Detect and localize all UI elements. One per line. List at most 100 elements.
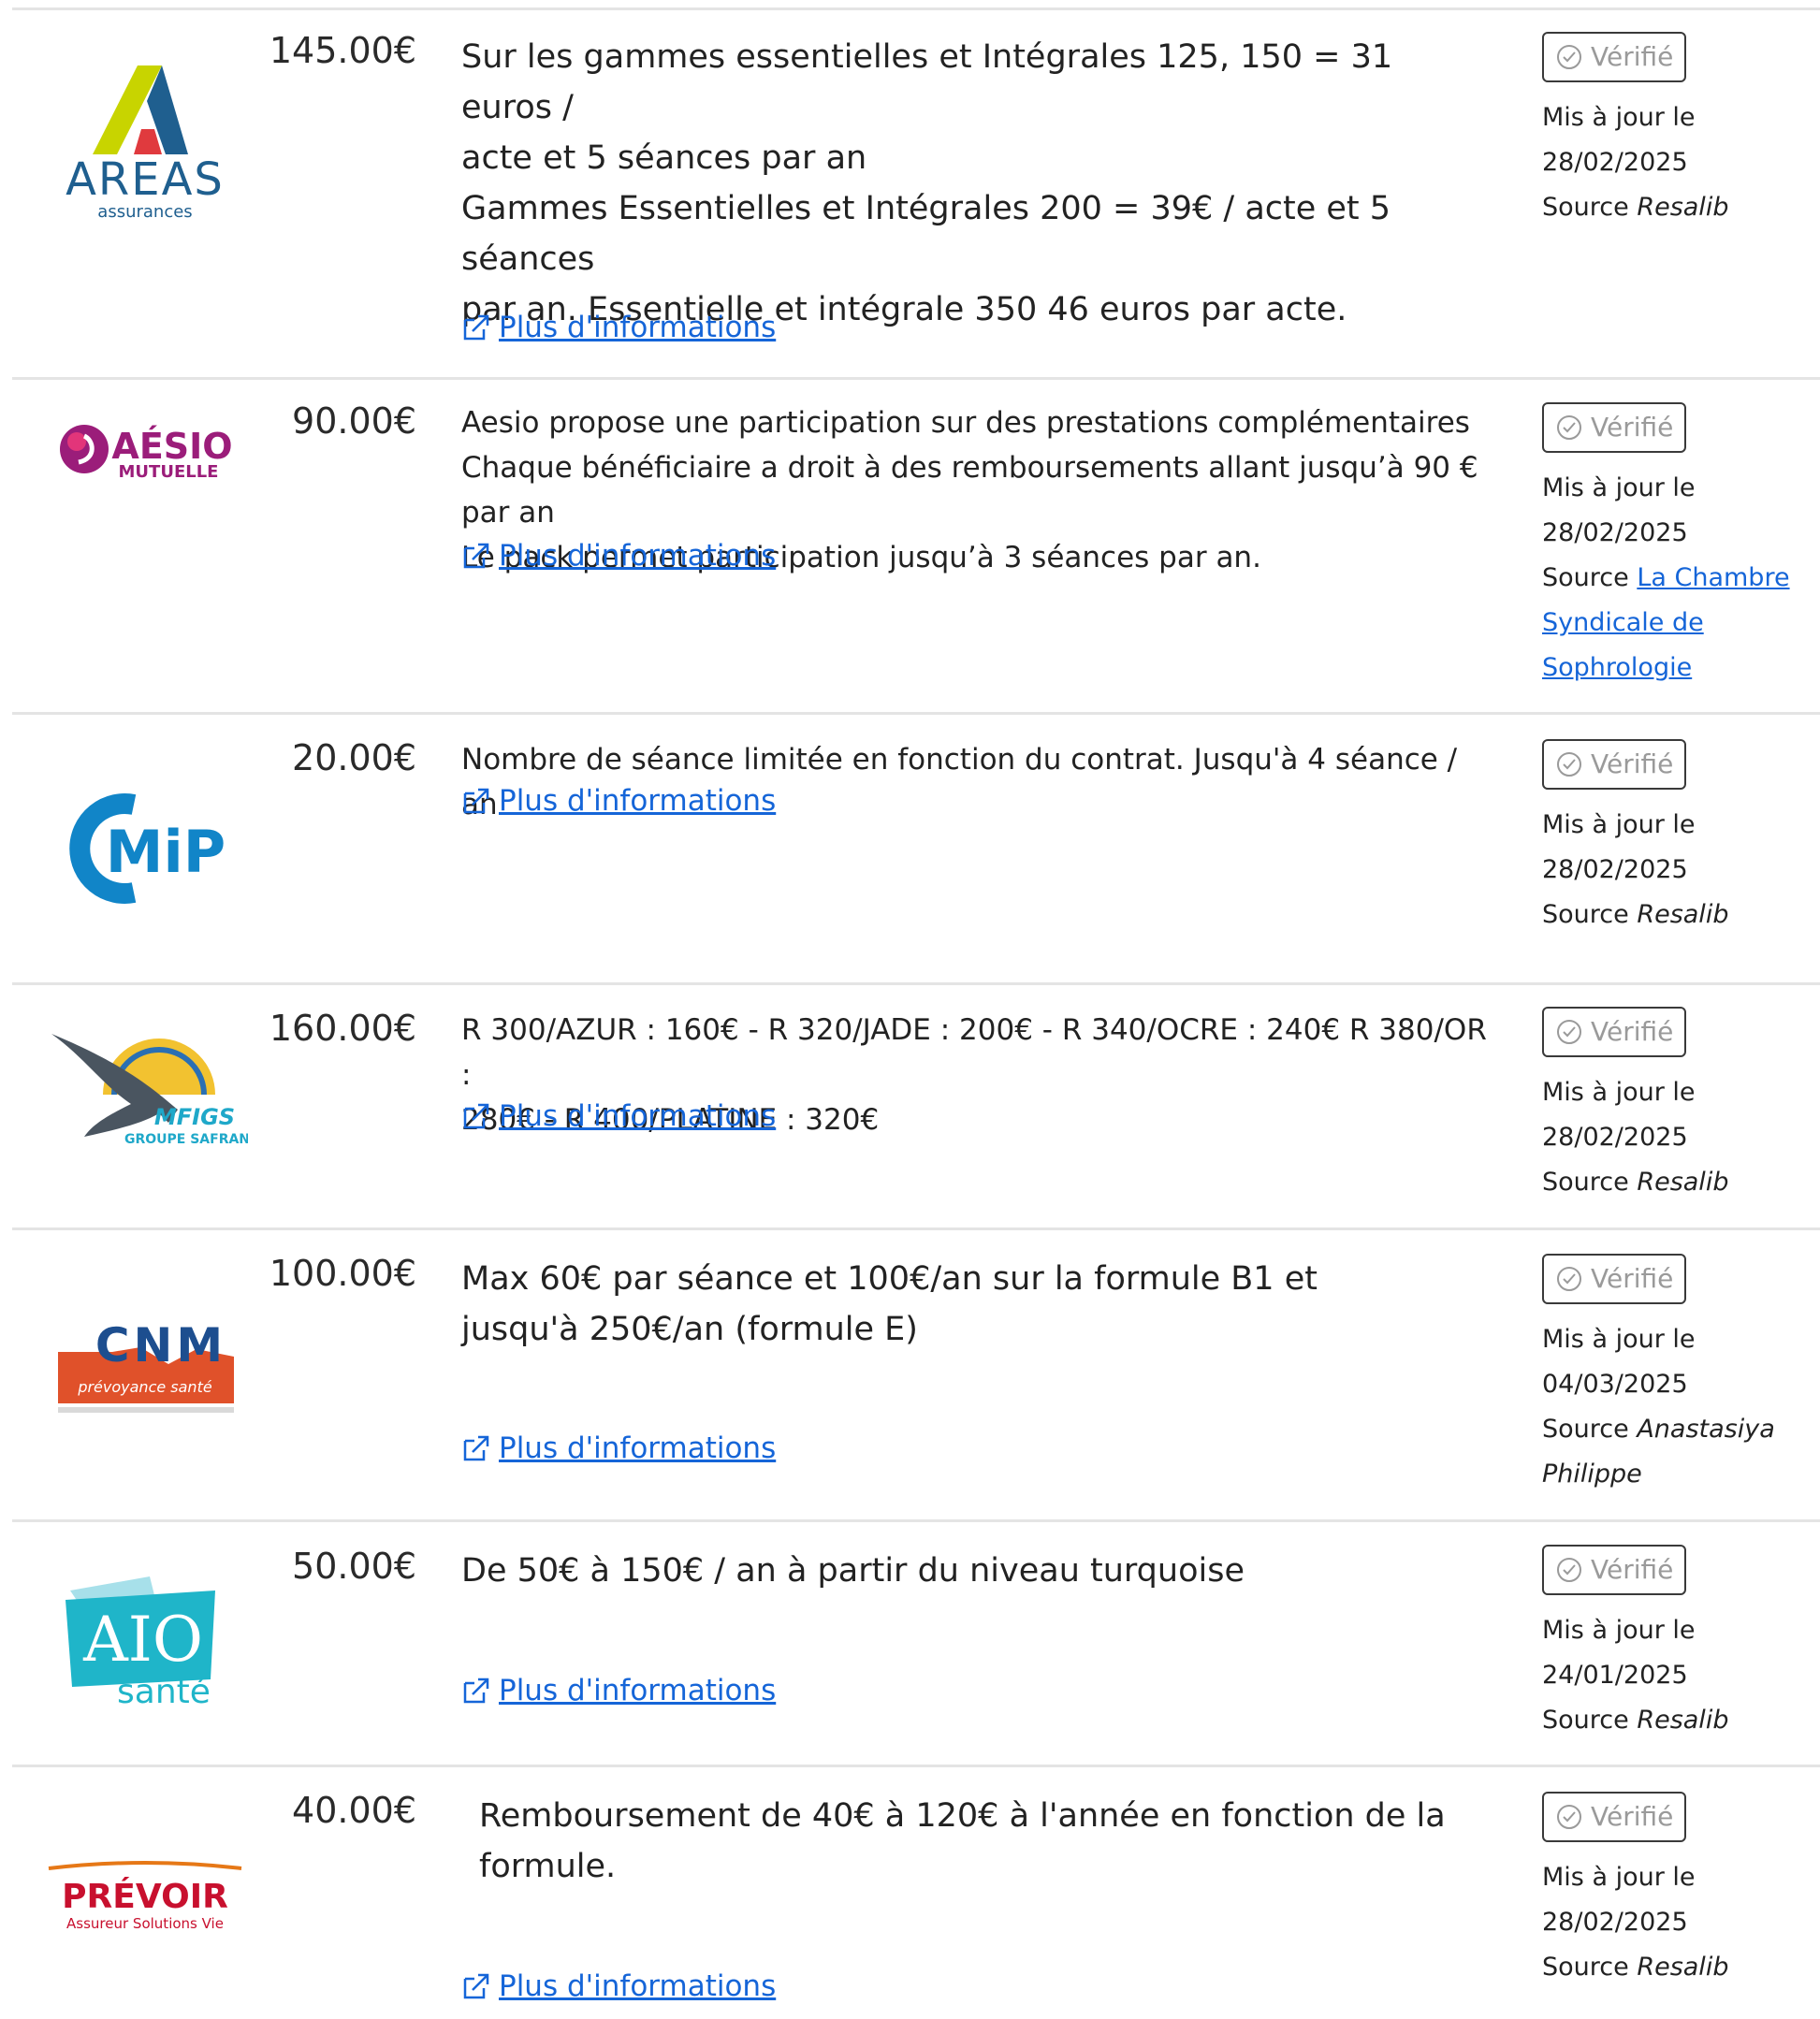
- updated-date: 28/02/2025: [1542, 855, 1688, 884]
- source-link[interactable]: La Chambre: [1637, 563, 1789, 592]
- more-info-label: Plus d'informations: [499, 1674, 777, 1707]
- verified-label: Vérifié: [1591, 41, 1674, 72]
- source-name: Resalib: [1637, 1168, 1729, 1197]
- updated-date: 28/02/2025: [1542, 1123, 1688, 1152]
- row-separator: [12, 712, 1820, 715]
- more-info-link[interactable]: Plus d'informations: [461, 311, 776, 344]
- updated-label: Mis à jour le: [1542, 103, 1696, 132]
- price: 160.00€: [269, 1008, 416, 1049]
- updated-date: 04/03/2025: [1542, 1370, 1688, 1399]
- insurer-logo-mip: MiP: [61, 786, 239, 908]
- source: Source Resalib: [1542, 1945, 1813, 1990]
- source-label: Source: [1542, 900, 1629, 929]
- meta-column: Vérifié Mis à jour le 04/03/2025 Source …: [1542, 1254, 1813, 1497]
- external-link-icon: [463, 1973, 489, 1999]
- description-line: Remboursement de 40€ à 120€ à l'année en…: [479, 1797, 1446, 1835]
- row-separator: [12, 1765, 1820, 1767]
- description-line: Chaque bénéficiaire a droit à des rembou…: [461, 451, 1478, 530]
- price: 20.00€: [292, 737, 416, 778]
- updated-date: 28/02/2025: [1542, 518, 1688, 547]
- source-link[interactable]: Sophrologie: [1542, 653, 1692, 682]
- updated-label: Mis à jour le: [1542, 1616, 1696, 1645]
- updated-label: Mis à jour le: [1542, 1325, 1696, 1354]
- more-info-label: Plus d'informations: [499, 784, 777, 818]
- verified-label: Vérifié: [1591, 748, 1674, 779]
- prevoir-logo-subtext: Assureur Solutions Vie: [66, 1915, 224, 1932]
- insurer-logo-aio: AIO santé: [61, 1567, 229, 1707]
- check-circle-icon: [1557, 415, 1581, 440]
- source-label: Source: [1542, 1415, 1629, 1444]
- check-circle-icon: [1557, 1805, 1581, 1829]
- check-circle-icon: [1557, 752, 1581, 777]
- description: Remboursement de 40€ à 120€ à l'année en…: [479, 1791, 1508, 1892]
- external-link-icon: [463, 788, 489, 814]
- more-info-link[interactable]: Plus d'informations: [461, 1431, 776, 1465]
- aio-logo-text: AIO: [82, 1604, 203, 1676]
- external-link-icon: [463, 1103, 489, 1129]
- source-label: Source: [1542, 1953, 1629, 1982]
- row-separator: [12, 982, 1820, 985]
- source: Source Resalib: [1542, 1698, 1813, 1743]
- more-info-label: Plus d'informations: [499, 1969, 777, 2003]
- prevoir-logo-text: PRÉVOIR: [62, 1877, 228, 1916]
- verified-badge: Vérifié: [1542, 1007, 1687, 1057]
- meta-column: Vérifié Mis à jour le 28/02/2025 Source …: [1542, 739, 1813, 937]
- more-info-label: Plus d'informations: [499, 539, 777, 573]
- more-info-link[interactable]: Plus d'informations: [461, 1099, 776, 1133]
- updated-date: 28/02/2025: [1542, 1908, 1688, 1937]
- source-name: Resalib: [1637, 900, 1729, 929]
- external-link-icon: [463, 543, 489, 569]
- price: 40.00€: [292, 1790, 416, 1831]
- more-info-link[interactable]: Plus d'informations: [461, 1969, 776, 2003]
- insurer-logo-aesio: AÉSIO MUTUELLE: [56, 412, 243, 487]
- mip-logo-text: MiP: [106, 818, 226, 886]
- description: De 50€ à 150€ / an à partir du niveau tu…: [461, 1546, 1491, 1596]
- more-info-label: Plus d'informations: [499, 1099, 777, 1133]
- more-info-label: Plus d'informations: [499, 311, 777, 344]
- meta-column: Vérifié Mis à jour le 28/02/2025 Source …: [1542, 1007, 1813, 1205]
- areas-logo-text: AREAS: [66, 153, 225, 206]
- source: Source Anastasiya: [1542, 1407, 1813, 1452]
- more-info-link[interactable]: Plus d'informations: [461, 784, 776, 818]
- source-label: Source: [1542, 193, 1629, 222]
- updated-label: Mis à jour le: [1542, 1078, 1696, 1107]
- price: 145.00€: [269, 30, 416, 71]
- description: Sur les gammes essentielles et Intégrale…: [461, 32, 1491, 335]
- more-info-link[interactable]: Plus d'informations: [461, 539, 776, 573]
- row-separator: [12, 1519, 1820, 1522]
- verified-label: Vérifié: [1591, 1801, 1674, 1832]
- source: Source Resalib: [1542, 1160, 1813, 1205]
- price: 90.00€: [292, 400, 416, 442]
- check-circle-icon: [1557, 45, 1581, 69]
- verified-label: Vérifié: [1591, 1016, 1674, 1047]
- check-circle-icon: [1557, 1020, 1581, 1044]
- verified-badge: Vérifié: [1542, 402, 1687, 453]
- description-line: Sur les gammes essentielles et Intégrale…: [461, 38, 1393, 126]
- verified-label: Vérifié: [1591, 1263, 1674, 1294]
- insurer-logo-cnm: CNM prévoyance santé: [56, 1310, 239, 1417]
- source-name: Philippe: [1542, 1460, 1642, 1489]
- aio-logo-subtext: santé: [117, 1673, 211, 1707]
- meta-column: Vérifié Mis à jour le 28/02/2025 Source …: [1542, 32, 1813, 230]
- more-info-link[interactable]: Plus d'informations: [461, 1674, 776, 1707]
- external-link-icon: [463, 314, 489, 341]
- source-name: Anastasiya: [1637, 1415, 1775, 1444]
- verified-label: Vérifié: [1591, 1554, 1674, 1585]
- mfigs-logo-subtext: GROUPE SAFRAN: [124, 1132, 248, 1147]
- description-line: Max 60€ par séance et 100€/an sur la for…: [461, 1260, 1318, 1298]
- description-line: acte et 5 séances par an: [461, 139, 867, 177]
- cnm-logo-subtext: prévoyance santé: [77, 1378, 212, 1396]
- external-link-icon: [463, 1678, 489, 1704]
- more-info-label: Plus d'informations: [499, 1431, 777, 1465]
- description-line: jusqu'à 250€/an (formule E): [461, 1311, 918, 1348]
- meta-column: Vérifié Mis à jour le 28/02/2025 Source …: [1542, 402, 1813, 690]
- source-name: Resalib: [1637, 1706, 1729, 1735]
- verified-badge: Vérifié: [1542, 32, 1687, 82]
- row-separator: [12, 7, 1820, 10]
- source: Source La Chambre: [1542, 556, 1813, 601]
- aesio-logo-text: AÉSIO: [111, 426, 232, 467]
- check-circle-icon: [1557, 1558, 1581, 1582]
- meta-column: Vérifié Mis à jour le 28/02/2025 Source …: [1542, 1792, 1813, 1990]
- updated-date: 28/02/2025: [1542, 148, 1688, 177]
- source-link[interactable]: Syndicale de: [1542, 608, 1704, 637]
